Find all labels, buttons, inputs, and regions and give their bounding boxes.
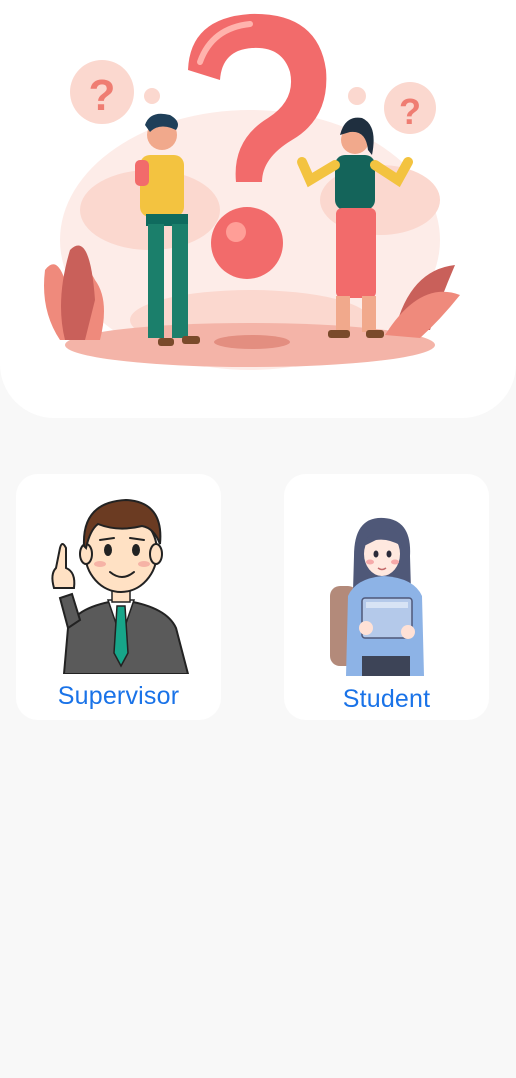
svg-text:?: ? xyxy=(399,91,421,132)
hero-illustration-panel: ? ? xyxy=(0,0,516,418)
supervisor-label: Supervisor xyxy=(57,682,180,710)
student-role-card[interactable]: Student xyxy=(284,474,489,720)
supervisor-role-card[interactable]: Supervisor xyxy=(16,474,221,720)
supervisor-avatar-icon xyxy=(51,498,190,674)
svg-text:?: ? xyxy=(89,71,116,120)
student-avatar-icon xyxy=(330,517,424,676)
student-label: Student xyxy=(342,685,431,713)
question-mark-illustration-icon: ? ? xyxy=(44,13,460,370)
